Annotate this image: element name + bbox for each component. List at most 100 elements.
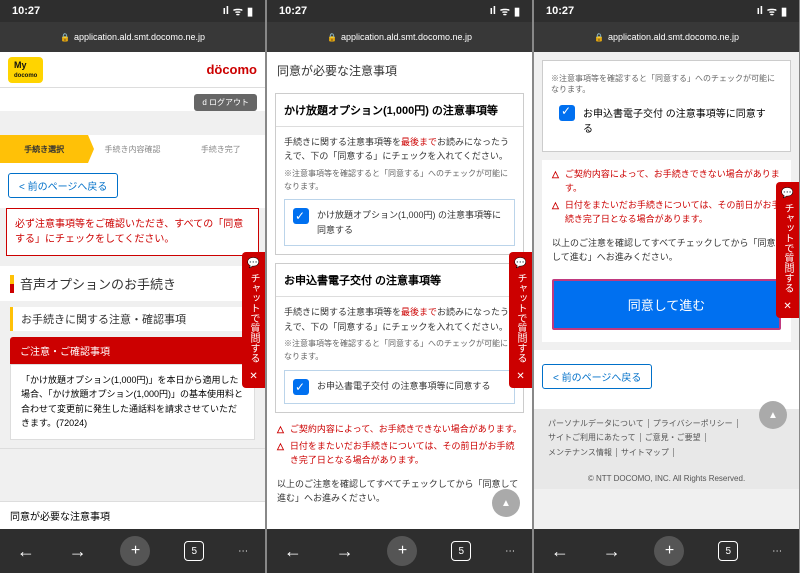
status-icons: ıl ᯤ ▮ [490, 4, 520, 19]
consent-checkbox-row-2[interactable]: お申込書電子交付 の注意事項等に同意する [284, 370, 515, 404]
back-button[interactable]: ← [17, 541, 35, 562]
consent-card-1: かけ放題オプション(1,000円) の注意事項等 手続きに関する注意事項等を最後… [275, 93, 524, 255]
tabs-button[interactable]: 5 [451, 541, 471, 561]
warning-label: ご注意・ご確認事項 [10, 337, 255, 364]
back-button[interactable]: ← [551, 541, 569, 562]
alert-message: 必ず注意事項等をご確認いただき、すべての「同意する」にチェックをしてください。 [6, 208, 259, 256]
forward-button[interactable]: → [603, 541, 621, 562]
consent-checkbox-row[interactable]: お申込書電子交付 の注意事項等に同意する [551, 101, 782, 143]
wifi-icon: ᯤ [233, 4, 243, 19]
card-body: 手続きに関する注意事項等を最後までお読みになったうえで、下の「同意する」にチェッ… [276, 297, 523, 411]
status-bar: 10:27 ıl ᯤ ▮ [0, 0, 265, 22]
chat-close-icon[interactable]: ✕ [249, 371, 257, 382]
checkbox-icon[interactable] [293, 208, 309, 224]
footer-link[interactable]: プライバシーポリシー [649, 419, 738, 428]
menu-button[interactable]: ⋯ [238, 546, 248, 557]
lock-icon [594, 32, 604, 42]
checkbox-label: お申込書電子交付 の注意事項等に同意する [583, 105, 774, 135]
scroll-top-button[interactable]: ▲ [759, 401, 787, 429]
chat-tab[interactable]: チャットで質問する✕ [242, 252, 265, 388]
checkbox-icon[interactable] [559, 105, 575, 121]
footer-link[interactable]: メンテナンス情報 [544, 448, 617, 457]
page-content: Mydocomo döcomo d ログアウト 手続き選択 手続き内容確認 手続… [0, 52, 265, 529]
notice-text: 「かけ放題オプション(1,000円)」を本日から適用した場合、「かけ放題オプショ… [10, 364, 255, 440]
back-button[interactable]: ← [284, 541, 302, 562]
phone-screen-1: 10:27 ıl ᯤ ▮ application.ald.smt.docomo.… [0, 0, 265, 573]
url-text: application.ald.smt.docomo.ne.jp [608, 32, 739, 42]
lock-icon [327, 32, 337, 42]
warning-1: ご契約内容によって、お手続きできない場合があります。 [542, 166, 791, 197]
status-time: 10:27 [12, 5, 40, 17]
battery-icon: ▮ [514, 5, 520, 18]
status-time: 10:27 [546, 5, 574, 17]
browser-address-bar[interactable]: application.ald.smt.docomo.ne.jp [534, 22, 799, 52]
checkbox-icon[interactable] [293, 379, 309, 395]
status-time: 10:27 [279, 5, 307, 17]
footer-link[interactable]: ご意見・ご要望 [641, 433, 706, 442]
page-title: 音声オプションのお手続き [0, 266, 265, 301]
step-3: 手続き完了 [177, 135, 265, 163]
forward-button[interactable]: → [336, 541, 354, 562]
chat-tab[interactable]: チャットで質問する✕ [509, 252, 532, 388]
url-text: application.ald.smt.docomo.ne.jp [74, 32, 205, 42]
copyright: © NTT DOCOMO, INC. All Rights Reserved. [534, 468, 799, 489]
checkbox-label: かけ放題オプション(1,000円) の注意事項等に同意する [317, 208, 506, 237]
tabs-button[interactable]: 5 [184, 541, 204, 561]
status-icons: ıl ᯤ ▮ [757, 4, 787, 19]
warning-icon [552, 199, 559, 213]
new-tab-button[interactable]: + [387, 536, 417, 566]
phone-screen-2: 10:27 ıl ᯤ ▮ application.ald.smt.docomo.… [267, 0, 532, 573]
wifi-icon: ᯤ [500, 4, 510, 19]
agree-proceed-button[interactable]: 同意して進む [552, 279, 781, 330]
checkbox-label: お申込書電子交付 の注意事項等に同意する [317, 379, 491, 393]
docomo-logo: döcomo [206, 62, 257, 77]
instruction-text: 以上のご注意を確認してすべてチェックしてから「同意して進む」へお進みください。 [542, 228, 791, 273]
step-indicator: 手続き選択 手続き内容確認 手続き完了 [0, 135, 265, 163]
footer-link[interactable]: パーソナルデータについて [544, 419, 649, 428]
page-content: ※注意事項等を確認すると「同意する」へのチェックが可能になります。 お申込書電子… [534, 52, 799, 529]
tabs-button[interactable]: 5 [718, 541, 738, 561]
status-icons: ıl ᯤ ▮ [223, 4, 253, 19]
step-2: 手続き内容確認 [88, 135, 176, 163]
new-tab-button[interactable]: + [120, 536, 150, 566]
card-title: かけ放題オプション(1,000円) の注意事項等 [276, 94, 523, 127]
wifi-icon: ᯤ [767, 4, 777, 19]
back-link[interactable]: < 前のページへ戻る [542, 364, 652, 389]
footer-link[interactable]: サイトマップ [617, 448, 674, 457]
page-content: 同意が必要な注意事項 かけ放題オプション(1,000円) の注意事項等 手続きに… [267, 52, 532, 529]
new-tab-button[interactable]: + [654, 536, 684, 566]
card-note: ※注意事項等を確認すると「同意する」へのチェックが可能になります。 [284, 168, 515, 194]
signal-icon: ıl [223, 5, 229, 17]
url-text: application.ald.smt.docomo.ne.jp [341, 32, 472, 42]
signal-icon: ıl [757, 5, 763, 17]
browser-address-bar[interactable]: application.ald.smt.docomo.ne.jp [267, 22, 532, 52]
browser-toolbar: ← → + 5 ⋯ [534, 529, 799, 573]
status-bar: 10:27 ıl ᯤ ▮ [534, 0, 799, 22]
warning-icon [277, 440, 284, 454]
chat-tab[interactable]: チャットで質問する✕ [776, 182, 799, 318]
menu-button[interactable]: ⋯ [772, 546, 782, 557]
consent-checkbox-row-1[interactable]: かけ放題オプション(1,000円) の注意事項等に同意する [284, 199, 515, 246]
signal-icon: ıl [490, 5, 496, 17]
chat-close-icon[interactable]: ✕ [783, 301, 791, 312]
my-docomo-logo[interactable]: Mydocomo [8, 57, 43, 83]
consent-card-2: お申込書電子交付 の注意事項等 手続きに関する注意事項等を最後までお読みになった… [275, 263, 524, 412]
menu-button[interactable]: ⋯ [505, 546, 515, 557]
step-1: 手続き選択 [0, 135, 88, 163]
warning-icon [277, 423, 284, 437]
header: Mydocomo döcomo [0, 52, 265, 88]
forward-button[interactable]: → [69, 541, 87, 562]
chat-close-icon[interactable]: ✕ [516, 371, 524, 382]
card-body: 手続きに関する注意事項等を最後までお読みになったうえで、下の「同意する」にチェッ… [276, 127, 523, 254]
back-link[interactable]: < 前のページへ戻る [8, 173, 118, 198]
logout-button[interactable]: d ログアウト [194, 94, 257, 111]
warning-2: 日付をまたいだお手続きについては、その前日がお手続き完了日となる場合があります。 [267, 438, 532, 469]
browser-toolbar: ← → + 5 ⋯ [267, 529, 532, 573]
scroll-top-button[interactable]: ▲ [492, 489, 520, 517]
lock-icon [60, 32, 70, 42]
battery-icon: ▮ [247, 5, 253, 18]
warning-icon [552, 168, 559, 182]
footer-link[interactable]: サイトご利用にあたって [544, 433, 641, 442]
warning-1: ご契約内容によって、お手続きできない場合があります。 [267, 421, 532, 439]
browser-address-bar[interactable]: application.ald.smt.docomo.ne.jp [0, 22, 265, 52]
